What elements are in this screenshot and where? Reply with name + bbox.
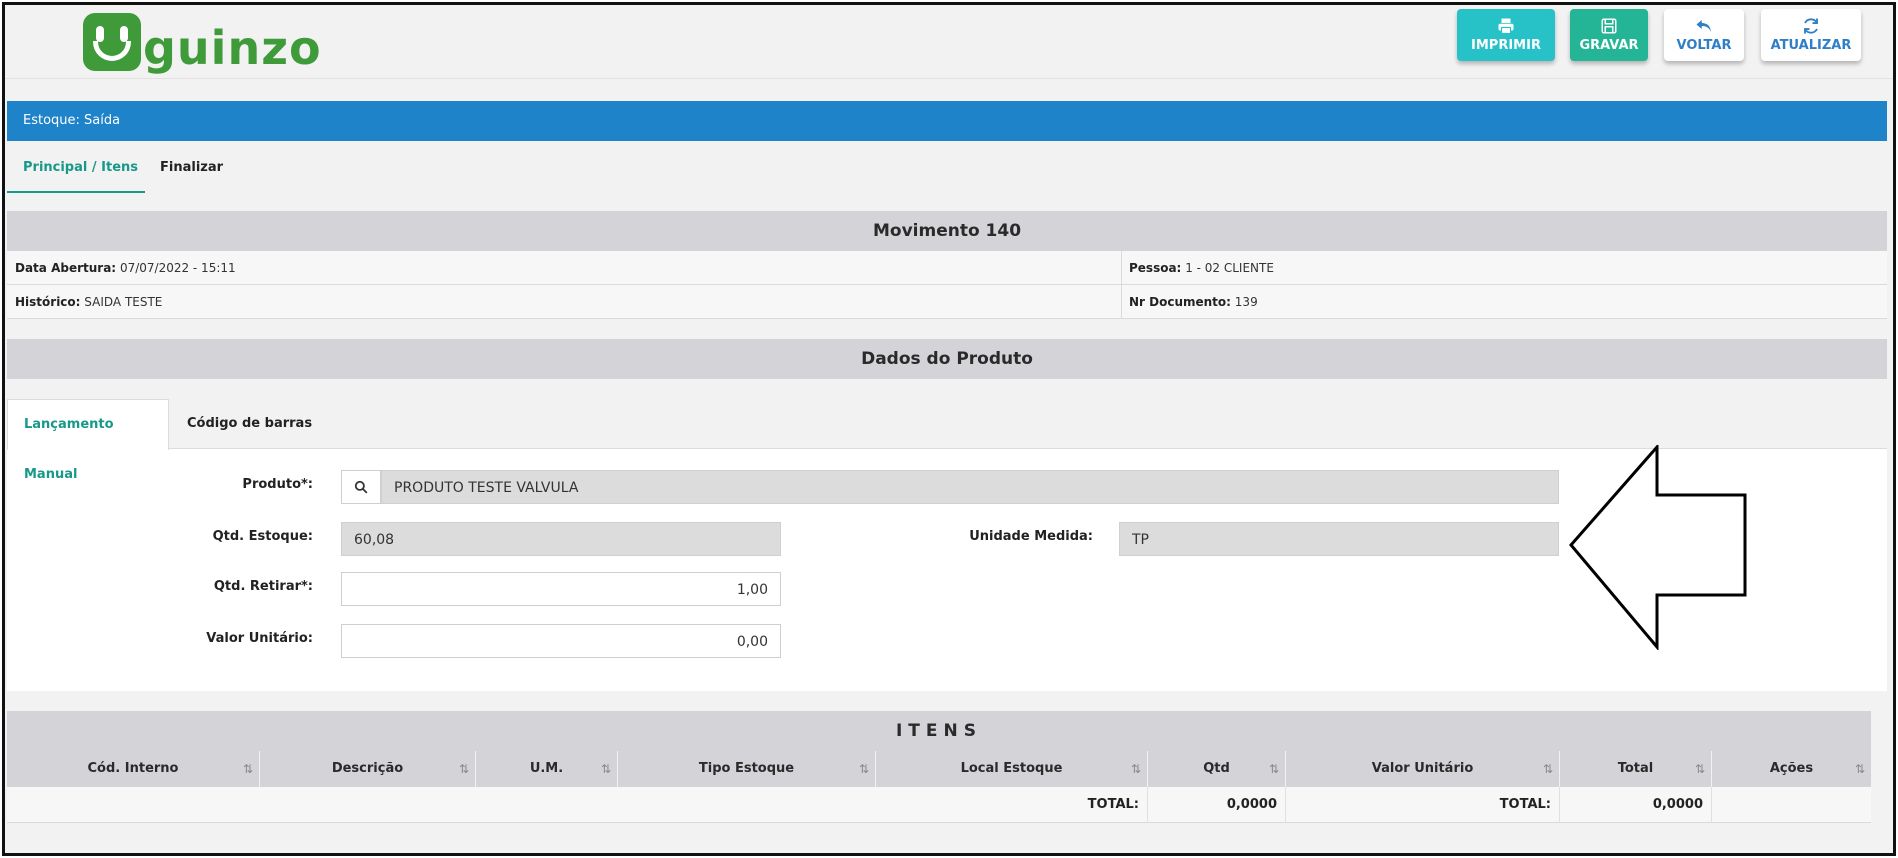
pessoa: Pessoa: 1 - 02 CLIENTE [1129, 261, 1274, 275]
qtd-estoque-label: Qtd. Estoque: [212, 529, 313, 544]
guinzo-logo: guinzo [83, 7, 322, 71]
valor-unitario-label: Valor Unitário: [206, 631, 313, 646]
nr-documento: Nr Documento: 139 [1129, 295, 1258, 309]
valor-unitario-input[interactable]: 0,00 [341, 624, 781, 658]
app-window: guinzo IMPRIMIR GRAVAR VOLTAR ATUALIZAR … [2, 2, 1896, 856]
data-abertura: Data Abertura: 07/07/2022 - 15:11 [15, 261, 236, 275]
sort-icon: ⇅ [600, 762, 611, 776]
print-button[interactable]: IMPRIMIR [1457, 9, 1555, 61]
save-button[interactable]: GRAVAR [1570, 9, 1648, 61]
col-acoes[interactable]: Ações ⇅ [1712, 751, 1871, 787]
product-search-button[interactable] [341, 470, 381, 504]
table-footer: TOTAL: 0,0000 TOTAL: 0,0000 [7, 787, 1871, 823]
col-total[interactable]: Total ⇅ [1560, 751, 1712, 787]
print-label: IMPRIMIR [1471, 38, 1541, 53]
undo-arrow-icon [1696, 20, 1711, 32]
sort-icon: ⇅ [1542, 762, 1553, 776]
total-qtd: 0,0000 [1148, 787, 1286, 823]
total-label-valor: TOTAL: [1286, 787, 1560, 823]
floppy-disk-icon [1601, 18, 1617, 34]
movimento-title: Movimento 140 [7, 211, 1887, 251]
col-cod-interno[interactable]: Cód. Interno ⇅ [7, 751, 260, 787]
col-descricao[interactable]: Descrição ⇅ [260, 751, 476, 787]
sort-icon: ⇅ [458, 762, 469, 776]
refresh-button[interactable]: ATUALIZAR [1761, 9, 1861, 61]
dados-produto-title: Dados do Produto [7, 339, 1887, 379]
left-arrow-annotation [1569, 445, 1747, 650]
sort-icon: ⇅ [1694, 762, 1705, 776]
top-header: guinzo IMPRIMIR GRAVAR VOLTAR ATUALIZAR [5, 5, 1893, 79]
col-valor-unitario[interactable]: Valor Unitário ⇅ [1286, 751, 1560, 787]
product-tabs: Lançamento Manual Código de barras [7, 399, 1887, 482]
sort-icon: ⇅ [1854, 762, 1865, 776]
sort-icon: ⇅ [242, 762, 253, 776]
printer-icon [1498, 18, 1514, 35]
col-local-estoque[interactable]: Local Estoque ⇅ [876, 751, 1148, 787]
unidade-medida-label: Unidade Medida: [969, 529, 1093, 544]
back-button[interactable]: VOLTAR [1664, 9, 1744, 61]
produto-label: Produto*: [242, 477, 313, 492]
itens-title: ITENS [7, 711, 1871, 751]
tab-principal-itens[interactable]: Principal / Itens [7, 145, 145, 193]
info-row-1: Data Abertura: 07/07/2022 - 15:11 Pessoa… [7, 251, 1887, 285]
save-label: GRAVAR [1579, 38, 1639, 53]
col-tipo-estoque[interactable]: Tipo Estoque ⇅ [618, 751, 876, 787]
refresh-label: ATUALIZAR [1770, 38, 1852, 53]
qtd-retirar-input[interactable]: 1,00 [341, 572, 781, 606]
table-header: Cód. Interno ⇅ Descrição ⇅ U.M. ⇅ Tipo Esto… [7, 751, 1871, 787]
col-um[interactable]: U.M. ⇅ [476, 751, 618, 787]
tab-lancamento-manual[interactable]: Lançamento Manual [7, 399, 169, 482]
sort-icon: ⇅ [1130, 762, 1141, 776]
col-qtd[interactable]: Qtd ⇅ [1148, 751, 1286, 787]
produto-field[interactable]: PRODUTO TESTE VALVULA [381, 470, 1559, 504]
sort-icon: ⇅ [1268, 762, 1279, 776]
total-label-qtd: TOTAL: [876, 787, 1148, 823]
logo-text: guinzo [143, 21, 322, 75]
unidade-medida-field[interactable]: TP [1119, 522, 1559, 556]
refresh-icon [1804, 18, 1818, 34]
page-title-bar: Estoque: Saída [7, 101, 1887, 141]
search-icon [354, 480, 368, 494]
back-label: VOLTAR [1676, 38, 1732, 53]
qtd-retirar-label: Qtd. Retirar*: [213, 579, 313, 594]
tab-finalizar[interactable]: Finalizar [160, 145, 223, 193]
total-valor: 0,0000 [1560, 787, 1712, 823]
sort-icon: ⇅ [858, 762, 869, 776]
info-row-2: Histórico: SAIDA TESTE Nr Documento: 139 [7, 285, 1887, 319]
historico: Histórico: SAIDA TESTE [15, 295, 163, 309]
tab-codigo-barras[interactable]: Código de barras [187, 399, 312, 450]
main-tabs: Principal / Itens Finalizar [5, 145, 1893, 193]
smile-logo-icon [83, 13, 141, 71]
qtd-estoque-field[interactable]: 60,08 [341, 522, 781, 556]
